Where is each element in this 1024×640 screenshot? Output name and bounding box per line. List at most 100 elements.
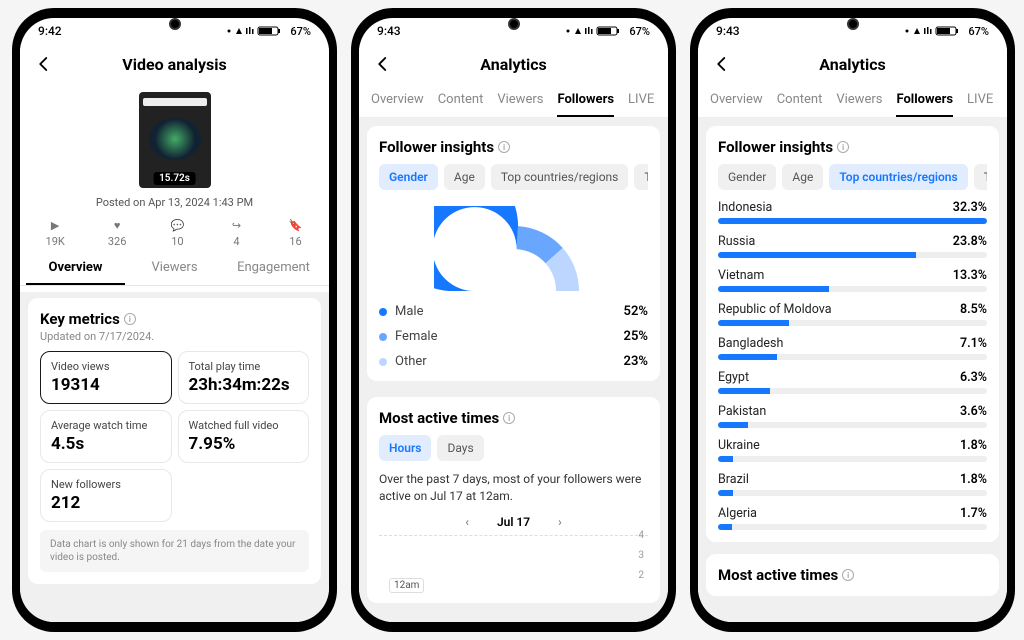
info-icon[interactable]: i: [842, 569, 854, 581]
arrow-left-icon: [374, 55, 392, 73]
follower-insights-title: Follower insights i: [379, 138, 648, 156]
follower-insights-title: Follower insights i: [718, 138, 987, 156]
pill-age[interactable]: Age: [444, 164, 485, 190]
country-row: Republic of Moldova 8.5%: [718, 302, 987, 326]
info-icon[interactable]: i: [124, 313, 136, 325]
country-pct: 7.1%: [960, 336, 987, 351]
country-row: Brazil1.8%: [718, 472, 987, 496]
country-row: Russia 23.8%: [718, 234, 987, 258]
info-icon[interactable]: i: [503, 412, 515, 424]
back-button[interactable]: [373, 54, 393, 74]
country-name: Brazil: [718, 472, 749, 487]
country-bar: [718, 456, 987, 462]
phone-frame-1: 9:42 67% Video analysis 15.72s Posted on…: [12, 8, 337, 632]
tab-content[interactable]: Content: [438, 92, 484, 117]
country-row: Egypt 6.3%: [718, 370, 987, 394]
tab-viewers[interactable]: Viewers: [125, 252, 224, 285]
comment-icon: 💬: [169, 217, 185, 233]
tab-overview[interactable]: Overview: [710, 92, 763, 117]
back-button[interactable]: [34, 54, 54, 74]
legend-pct: 52%: [624, 304, 648, 319]
play-icon: ▶: [47, 217, 63, 233]
country-pct: 23.8%: [953, 234, 987, 249]
country-bar: [718, 422, 987, 428]
country-name: Pakistan: [718, 404, 766, 419]
legend-row: Female25%: [379, 329, 648, 344]
active-desc: Over the past 7 days, most of your follo…: [379, 471, 648, 505]
country-bar: [718, 388, 987, 394]
key-metrics-updated: Updated on 7/17/2024.: [40, 330, 309, 343]
hourly-chart: 432 12am: [379, 535, 648, 591]
country-name: Russia: [718, 234, 755, 249]
tab-viewers[interactable]: Viewers: [497, 92, 543, 117]
metric-avg-watch-time[interactable]: Average watch time4.5s: [40, 410, 172, 463]
tab-overview[interactable]: Overview: [371, 92, 424, 117]
date-label: Jul 17: [497, 515, 530, 529]
info-icon[interactable]: i: [498, 141, 510, 153]
country-bar: [718, 524, 987, 530]
country-pct: 32.3%: [953, 200, 987, 215]
bookmark-icon: 🔖: [287, 217, 303, 233]
camera-notch: [169, 18, 181, 30]
date-next[interactable]: ›: [558, 515, 562, 529]
metric-new-followers[interactable]: New followers212: [40, 469, 172, 522]
country-name: Republic of Moldova: [718, 302, 832, 317]
legend-dot-icon: [379, 333, 387, 341]
legend-row: Male 52%: [379, 304, 648, 319]
info-icon[interactable]: i: [837, 141, 849, 153]
country-row: Bangladesh7.1%: [718, 336, 987, 360]
metric-watched-full[interactable]: Watched full video7.95%: [178, 410, 310, 463]
country-row: Pakistan3.6%: [718, 404, 987, 428]
country-name: Vietnam: [718, 268, 764, 283]
pill-age[interactable]: Age: [782, 164, 823, 190]
metric-total-play-time[interactable]: Total play time23h:34m:22s: [178, 351, 310, 404]
metric-video-views[interactable]: Video views19314: [40, 351, 172, 404]
legend-label: Other: [395, 354, 427, 369]
posted-date: Posted on Apr 13, 2024 1:43 PM: [96, 196, 253, 209]
country-bar: [718, 354, 987, 360]
pill-top-words[interactable]: Top: [974, 164, 987, 190]
tab-viewers[interactable]: Viewers: [836, 92, 882, 117]
pill-top-countries[interactable]: Top countries/regions: [491, 164, 629, 190]
pill-top-words[interactable]: Top: [634, 164, 648, 190]
tab-content[interactable]: Content: [777, 92, 823, 117]
heart-icon: ♥: [109, 217, 125, 233]
pill-gender[interactable]: Gender: [718, 164, 776, 190]
share-icon: ↪: [228, 217, 244, 233]
gender-donut-chart: [379, 206, 648, 296]
status-icons: 67%: [565, 25, 650, 38]
tab-live[interactable]: LIVE: [628, 92, 654, 117]
pill-days[interactable]: Days: [437, 435, 483, 461]
pill-top-countries[interactable]: Top countries/regions: [829, 164, 967, 190]
most-active-title: Most active times i: [379, 409, 648, 427]
status-icons: 67%: [226, 25, 311, 38]
back-button[interactable]: [712, 54, 732, 74]
stat-comments: 💬10: [169, 217, 185, 248]
country-bar: [718, 252, 987, 258]
most-active-title-2: Most active times i: [718, 566, 987, 584]
tab-followers[interactable]: Followers: [896, 92, 953, 117]
country-name: Indonesia: [718, 200, 772, 215]
pill-hours[interactable]: Hours: [379, 435, 431, 461]
country-pct: 6.3%: [960, 370, 987, 385]
tab-live[interactable]: LIVE: [967, 92, 993, 117]
legend-label: Male: [395, 304, 423, 319]
video-duration: 15.72s: [153, 172, 196, 185]
stat-saves: 🔖16: [287, 217, 303, 248]
pill-gender[interactable]: Gender: [379, 164, 438, 190]
stat-likes: ♥326: [108, 217, 127, 248]
video-summary: 15.72s Posted on Apr 13, 2024 1:43 PM ▶1…: [20, 84, 329, 292]
key-metrics-title: Key metrics i: [40, 310, 309, 328]
tab-followers[interactable]: Followers: [557, 92, 614, 117]
legend-label: Female: [395, 329, 437, 344]
video-thumbnail[interactable]: 15.72s: [139, 92, 211, 188]
country-name: Egypt: [718, 370, 749, 385]
app-header: Video analysis: [20, 44, 329, 84]
country-pct: 8.5%: [960, 302, 987, 317]
tab-overview[interactable]: Overview: [26, 252, 125, 285]
country-bar: [718, 286, 987, 292]
tab-engagement[interactable]: Engagement: [224, 252, 323, 285]
country-name: Ukraine: [718, 438, 760, 453]
date-prev[interactable]: ‹: [465, 515, 469, 529]
country-pct: 1.7%: [960, 506, 987, 521]
